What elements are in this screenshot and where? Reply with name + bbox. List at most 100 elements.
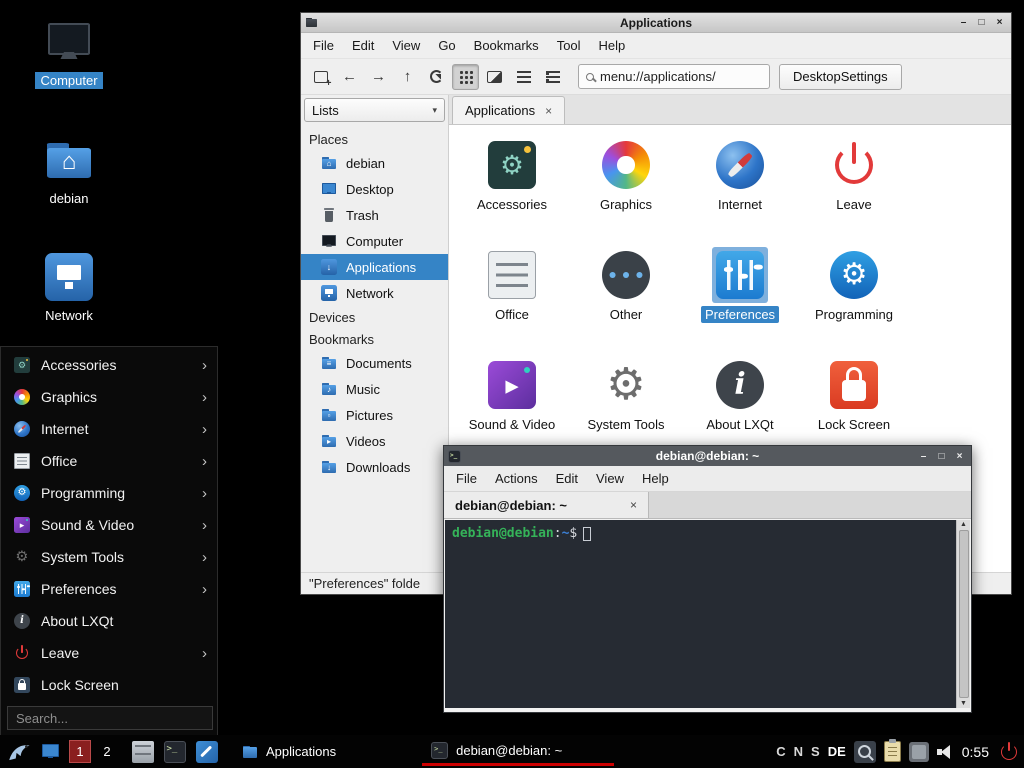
menu-view[interactable]: View bbox=[588, 468, 632, 489]
desktop-icon-computer[interactable]: Computer bbox=[30, 18, 108, 89]
up-button[interactable] bbox=[394, 64, 421, 90]
start-menu: Accessories Graphics Internet Office Pro… bbox=[0, 346, 218, 737]
address-bar[interactable]: menu://applications/ bbox=[578, 64, 770, 89]
menu-item-label: Office bbox=[41, 453, 77, 469]
menu-item-label: Accessories bbox=[41, 357, 116, 373]
app-graphics[interactable]: Graphics bbox=[569, 133, 683, 243]
app-internet[interactable]: Internet bbox=[683, 133, 797, 243]
close-button[interactable] bbox=[992, 16, 1007, 30]
menu-item-preferences[interactable]: Preferences bbox=[1, 573, 217, 605]
terminal-launcher[interactable] bbox=[161, 738, 188, 765]
menu-search-input[interactable] bbox=[7, 706, 213, 730]
editor-launcher[interactable] bbox=[193, 738, 220, 765]
minimize-button[interactable] bbox=[916, 449, 931, 463]
refresh-button[interactable] bbox=[423, 64, 450, 90]
computer-icon bbox=[321, 233, 337, 249]
sidebar-item-network[interactable]: Network bbox=[301, 280, 448, 306]
menu-help[interactable]: Help bbox=[591, 35, 634, 56]
app-programming[interactable]: Programming bbox=[797, 243, 911, 353]
sidebar-item-videos[interactable]: Videos bbox=[301, 428, 448, 454]
sidebar-item-desktop[interactable]: Desktop bbox=[301, 176, 448, 202]
compact-view-button[interactable] bbox=[510, 64, 537, 90]
minimize-button[interactable] bbox=[956, 16, 971, 30]
tab-applications[interactable]: Applications bbox=[452, 96, 565, 124]
sidebar-item-documents[interactable]: Documents bbox=[301, 350, 448, 376]
scrollbar-thumb[interactable] bbox=[959, 530, 969, 698]
menu-edit[interactable]: Edit bbox=[548, 468, 586, 489]
workspace-1-button[interactable]: 1 bbox=[69, 740, 91, 763]
menu-item-programming[interactable]: Programming bbox=[1, 477, 217, 509]
menu-item-lock-screen[interactable]: Lock Screen bbox=[1, 669, 217, 701]
app-accessories[interactable]: Accessories bbox=[455, 133, 569, 243]
menu-bookmarks[interactable]: Bookmarks bbox=[466, 35, 547, 56]
thumbnail-view-button[interactable] bbox=[481, 64, 508, 90]
sidebar-item-music[interactable]: Music bbox=[301, 376, 448, 402]
terminal-scrollbar[interactable] bbox=[956, 520, 970, 708]
sidebar-item-downloads[interactable]: Downloads bbox=[301, 454, 448, 480]
sidebar-item-computer[interactable]: Computer bbox=[301, 228, 448, 254]
desktop-icon-network[interactable]: Network bbox=[30, 253, 108, 324]
terminal-tab[interactable]: debian@debian: ~ bbox=[444, 492, 649, 518]
file-manager-launcher[interactable] bbox=[129, 738, 156, 765]
menu-file[interactable]: File bbox=[305, 35, 342, 56]
terminal-screen[interactable]: debian@debian:~$ bbox=[445, 520, 956, 708]
lock-icon bbox=[14, 677, 30, 693]
app-other[interactable]: Other bbox=[569, 243, 683, 353]
menu-item-about-lxqt[interactable]: About LXQt bbox=[1, 605, 217, 637]
menu-file[interactable]: File bbox=[448, 468, 485, 489]
scroll-down-icon[interactable] bbox=[960, 700, 967, 707]
close-button[interactable] bbox=[952, 449, 967, 463]
search-icon bbox=[586, 73, 594, 81]
icon-view-button[interactable] bbox=[452, 64, 479, 90]
tab-close-icon[interactable] bbox=[545, 104, 552, 118]
desktop-settings-button[interactable]: DesktopSettings bbox=[779, 64, 902, 90]
terminal-titlebar[interactable]: debian@debian: ~ bbox=[444, 446, 971, 466]
menu-help[interactable]: Help bbox=[634, 468, 677, 489]
lists-dropdown[interactable]: Lists bbox=[304, 98, 445, 122]
keyboard-layout-indicator[interactable]: DE bbox=[828, 744, 846, 759]
app-leave[interactable]: Leave bbox=[797, 133, 911, 243]
menu-edit[interactable]: Edit bbox=[344, 35, 382, 56]
detailed-view-button[interactable] bbox=[539, 64, 566, 90]
back-button[interactable] bbox=[336, 64, 363, 90]
show-desktop-button[interactable] bbox=[37, 738, 64, 765]
sidebar-item-applications[interactable]: Applications bbox=[301, 254, 448, 280]
app-office[interactable]: Office bbox=[455, 243, 569, 353]
sidebar-item-pictures[interactable]: Pictures bbox=[301, 402, 448, 428]
menu-item-internet[interactable]: Internet bbox=[1, 413, 217, 445]
power-button[interactable] bbox=[999, 742, 1019, 762]
menu-item-office[interactable]: Office bbox=[1, 445, 217, 477]
task-applications[interactable]: Applications bbox=[233, 738, 345, 766]
volume-icon[interactable] bbox=[937, 745, 952, 759]
fm-titlebar[interactable]: Applications bbox=[301, 13, 1011, 33]
tab-close-icon[interactable] bbox=[630, 498, 637, 512]
scroll-up-icon[interactable] bbox=[960, 521, 967, 528]
menu-item-system-tools[interactable]: System Tools bbox=[1, 541, 217, 573]
menu-item-leave[interactable]: Leave bbox=[1, 637, 217, 669]
maximize-button[interactable] bbox=[934, 449, 949, 463]
tray-applet-icon[interactable] bbox=[909, 742, 929, 762]
maximize-button[interactable] bbox=[974, 16, 989, 30]
clipboard-tray-icon[interactable] bbox=[884, 741, 901, 762]
forward-button[interactable] bbox=[365, 64, 392, 90]
menu-tool[interactable]: Tool bbox=[549, 35, 589, 56]
terminal-menubar: File Actions Edit View Help bbox=[444, 466, 971, 492]
sidebar-item-debian[interactable]: debian bbox=[301, 150, 448, 176]
menu-view[interactable]: View bbox=[384, 35, 428, 56]
menu-item-accessories[interactable]: Accessories bbox=[1, 349, 217, 381]
menu-actions[interactable]: Actions bbox=[487, 468, 546, 489]
menu-item-sound-video[interactable]: Sound & Video bbox=[1, 509, 217, 541]
new-tab-button[interactable] bbox=[307, 64, 334, 90]
app-preferences[interactable]: Preferences bbox=[683, 243, 797, 353]
desktop-icon-debian[interactable]: debian bbox=[30, 136, 108, 207]
menu-go[interactable]: Go bbox=[430, 35, 463, 56]
menu-item-graphics[interactable]: Graphics bbox=[1, 381, 217, 413]
start-menu-button[interactable] bbox=[5, 738, 32, 765]
sidebar-item-trash[interactable]: Trash bbox=[301, 202, 448, 228]
clock[interactable]: 0:55 bbox=[962, 744, 989, 760]
task-terminal[interactable]: debian@debian: ~ bbox=[422, 738, 614, 766]
sidebar-item-label: Trash bbox=[346, 208, 379, 223]
app-label: Internet bbox=[714, 196, 766, 213]
workspace-2-button[interactable]: 2 bbox=[96, 740, 118, 763]
magnifier-tray-icon[interactable] bbox=[854, 741, 876, 763]
